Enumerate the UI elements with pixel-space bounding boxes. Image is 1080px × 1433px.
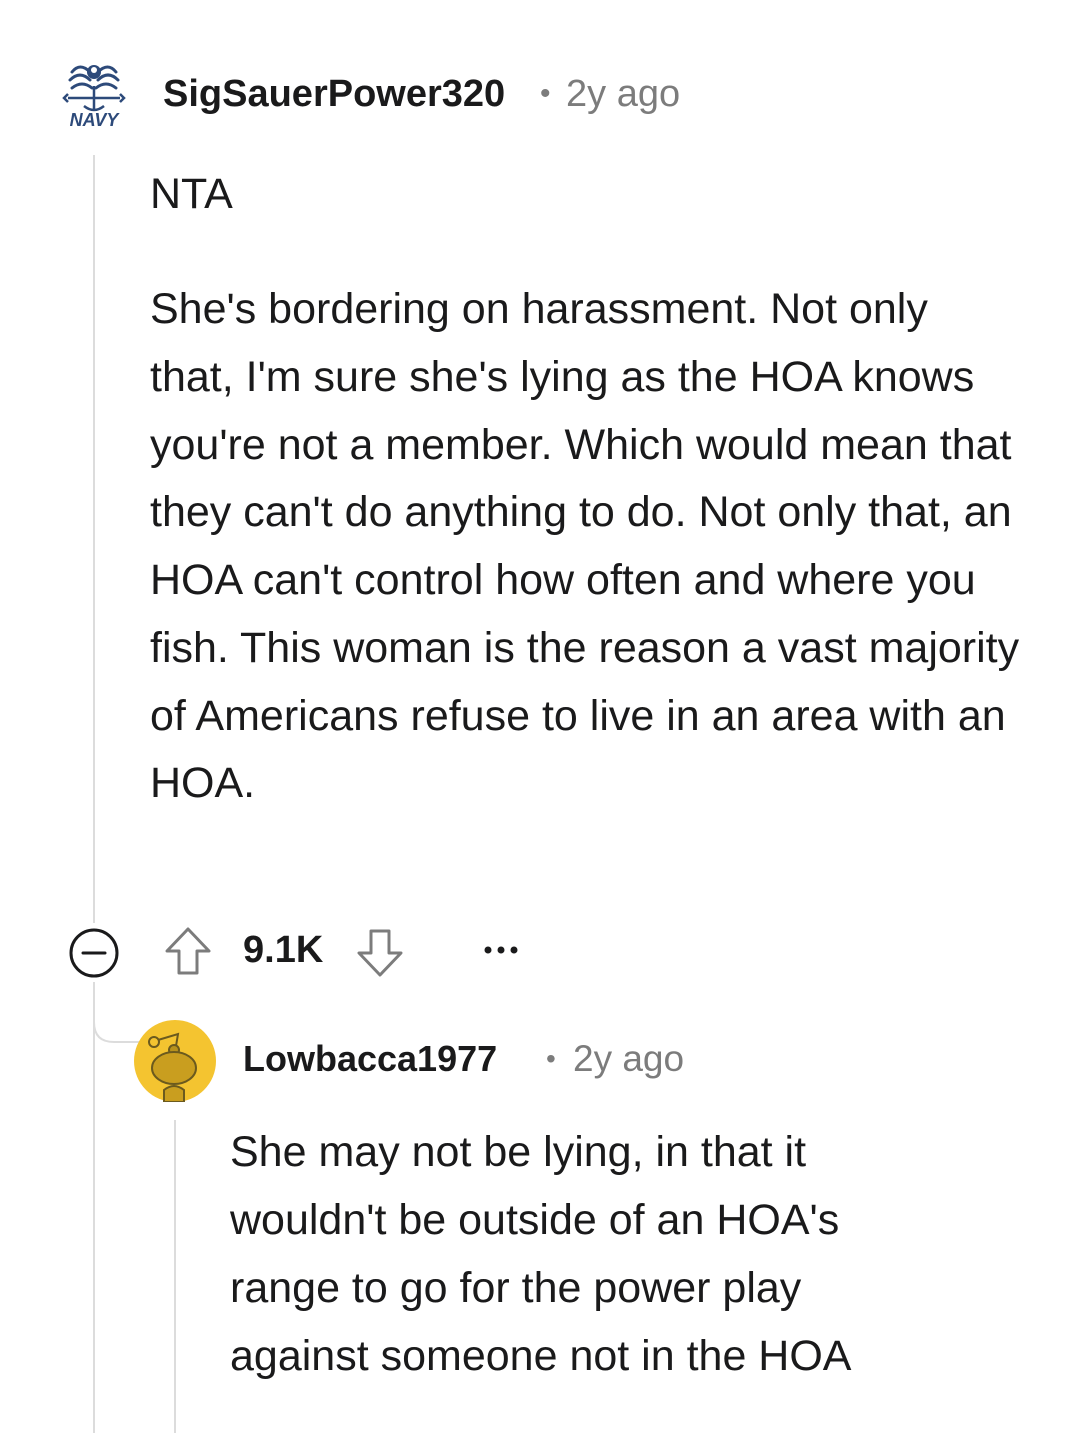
- reply-username[interactable]: Lowbacca1977: [243, 1036, 497, 1082]
- arrow-up-icon[interactable]: [163, 925, 213, 977]
- ellipsis-icon[interactable]: [478, 932, 524, 968]
- avatar[interactable]: NAVY: [58, 58, 130, 130]
- comment-timestamp[interactable]: 2y ago: [566, 70, 680, 118]
- avatar-text: NAVY: [70, 110, 121, 130]
- snoo-avatar-icon: [134, 1020, 216, 1103]
- comment-body-paragraph-1: NTA: [150, 170, 233, 218]
- avatar[interactable]: [134, 1020, 216, 1103]
- navy-emblem-icon: NAVY: [62, 65, 126, 130]
- comment-body-paragraph-2: She's bordering on harassment. Not only …: [150, 285, 1020, 808]
- score: 9.1K: [243, 929, 324, 971]
- meta-separator: •: [540, 77, 551, 110]
- reply-connector-line: [93, 982, 139, 1043]
- arrow-down-icon[interactable]: [355, 927, 405, 979]
- minus-circle-icon[interactable]: [68, 927, 120, 979]
- reply-body: She may not be lying, in that it wouldn'…: [230, 1128, 852, 1380]
- comment-thread-line[interactable]: [93, 155, 95, 923]
- meta-separator: •: [546, 1043, 556, 1074]
- comment-username[interactable]: SigSauerPower320: [163, 70, 505, 118]
- reply-timestamp[interactable]: 2y ago: [573, 1036, 684, 1082]
- reply-thread-line[interactable]: [174, 1120, 176, 1433]
